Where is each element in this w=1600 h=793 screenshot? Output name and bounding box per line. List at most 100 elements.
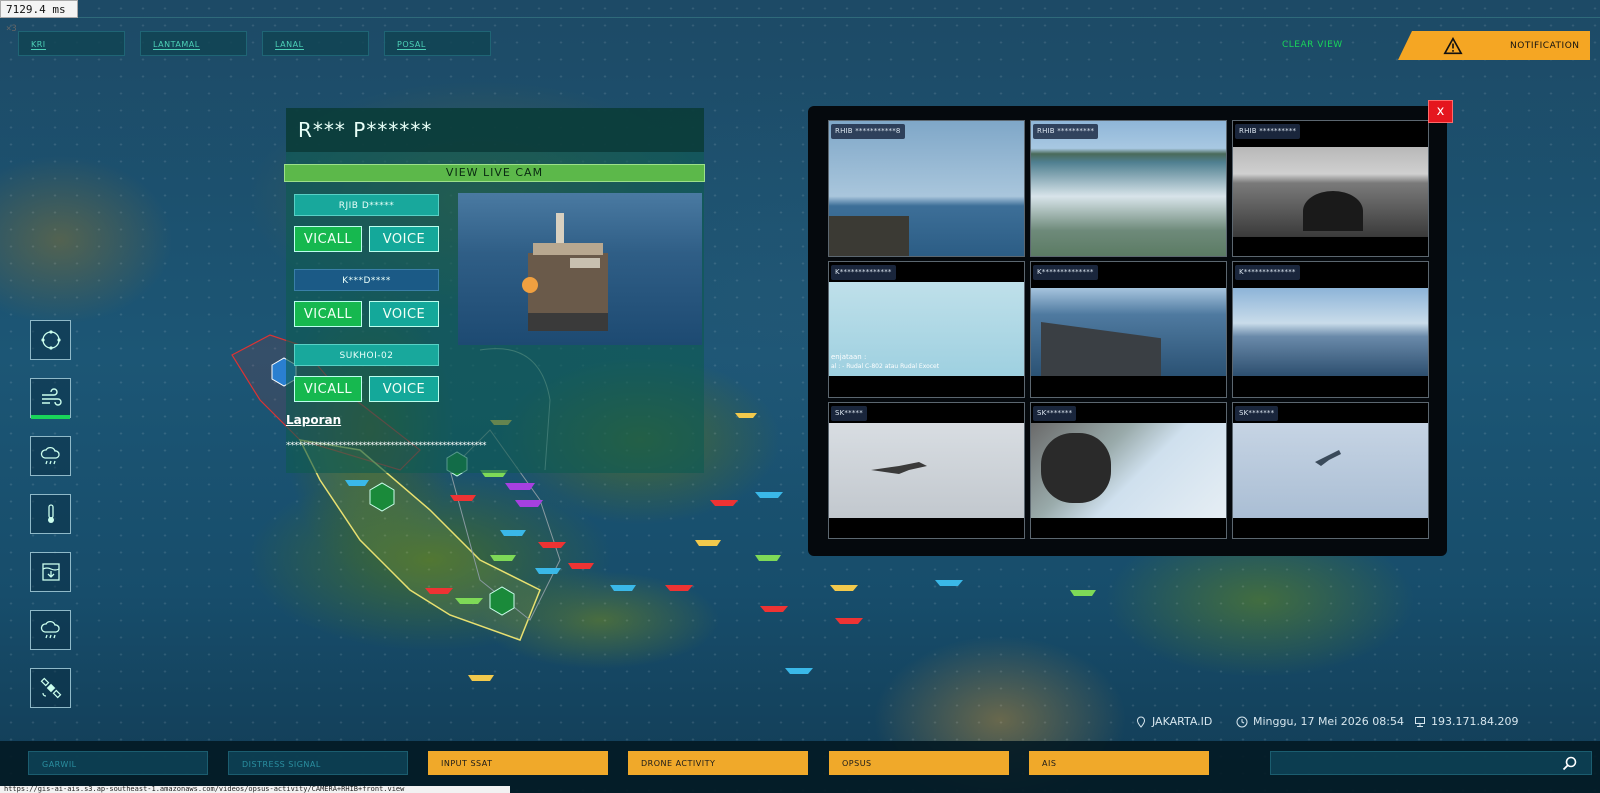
ship-marker (505, 483, 535, 490)
search-icon[interactable] (1562, 756, 1577, 771)
jet-silhouette (1315, 450, 1341, 466)
oil-rig-image (522, 213, 608, 331)
ship-marker (785, 668, 813, 674)
ship-marker (760, 606, 788, 612)
camera-feed-1[interactable]: RHIB ***********8 (828, 120, 1025, 257)
input-ssat-button[interactable]: INPUT SSAT (428, 751, 608, 775)
radar-icon (40, 330, 61, 350)
ship-marker (755, 492, 783, 498)
computer-icon (1415, 716, 1425, 727)
ship-marker (500, 530, 526, 536)
camera-feed-5[interactable]: K************** (1030, 261, 1227, 398)
ship-marker (1070, 590, 1096, 596)
ship-marker (695, 540, 721, 546)
satellite-icon (40, 677, 61, 699)
voice-button-1[interactable]: VOICE (369, 226, 439, 252)
camera-label: K************** (1033, 265, 1098, 280)
report-masked-text: ****************************************… (286, 441, 487, 451)
asset-title: R*** P****** (286, 108, 704, 152)
jet-silhouette (871, 462, 927, 474)
tab-lantamal[interactable]: LANTAMAL (140, 31, 247, 56)
clear-view-link[interactable]: CLEAR VIEW (1282, 40, 1343, 50)
camera-grid-panel: RHIB ***********8 RHIB ********** RHIB *… (808, 106, 1447, 556)
close-camera-grid-button[interactable]: x (1428, 100, 1453, 123)
camera-label: K************** (831, 265, 896, 280)
layer-tabs: KRI LANTAMAL LANAL POSAL (18, 31, 491, 56)
camera-label: K************** (1235, 265, 1300, 280)
live-cam-preview[interactable] (458, 193, 702, 345)
tab-posal[interactable]: POSAL (384, 31, 491, 56)
location-pin-icon (1136, 715, 1146, 728)
datetime-status: Minggu, 17 Mei 2026 08:54 (1236, 715, 1404, 728)
cam-name-3[interactable]: SUKHOI-02 (294, 344, 439, 366)
ship-marker (468, 675, 494, 681)
ship-marker (535, 568, 561, 574)
ship-marker (735, 413, 757, 418)
camera-feed-3[interactable]: RHIB ********** (1232, 120, 1429, 257)
water-level-tool-button[interactable] (30, 552, 71, 592)
ship-marker (515, 500, 543, 507)
laporan-link[interactable]: Laporan (286, 413, 341, 427)
warning-icon (1443, 36, 1463, 54)
thermometer-icon (47, 504, 54, 523)
wind-tool-button[interactable] (30, 378, 71, 419)
tab-kri[interactable]: KRI (18, 31, 125, 56)
radar-tool-button[interactable] (30, 320, 71, 360)
camera-feed-8[interactable]: SK******* (1030, 402, 1227, 539)
notification-button[interactable]: NOTIFICATION (1398, 31, 1590, 60)
vicall-button-3[interactable]: VICALL (294, 376, 362, 402)
ship-marker (710, 500, 738, 506)
garwil-button[interactable]: GARWIL (28, 751, 208, 775)
ship-marker (345, 480, 369, 486)
ship-marker (450, 495, 476, 501)
rain-cloud-icon (40, 446, 60, 465)
clock-icon (1236, 716, 1248, 727)
missile-overlay-text: enjataan : al : - Rudal C-802 atau Rudal… (831, 353, 940, 370)
camera-label: RHIB ********** (1235, 124, 1301, 139)
camera-feed-7[interactable]: SK***** (828, 402, 1025, 539)
ship-marker (568, 563, 594, 569)
map-tools-panel (30, 320, 71, 708)
view-live-cam-button[interactable]: VIEW LIVE CAM (284, 164, 705, 182)
search-input[interactable] (1270, 751, 1592, 775)
render-timer-badge: 7129.4 ms ×3 (0, 0, 78, 34)
storm-tool-button[interactable] (30, 610, 71, 650)
ship-marker (538, 542, 566, 548)
voice-button-3[interactable]: VOICE (369, 376, 439, 402)
ship-marker (835, 618, 863, 624)
temperature-tool-button[interactable] (30, 494, 71, 534)
camera-label: RHIB ********** (1033, 124, 1099, 139)
ship-marker (665, 585, 693, 591)
wind-icon (41, 388, 62, 406)
distress-signal-button[interactable]: DISTRESS SIGNAL (228, 751, 408, 775)
camera-label: RHIB ***********8 (831, 124, 905, 139)
ip-status: 193.171.84.209 (1414, 715, 1518, 728)
camera-label: SK***** (831, 406, 867, 421)
camera-feed-4[interactable]: enjataan : al : - Rudal C-802 atau Rudal… (828, 261, 1025, 398)
asset-detail-panel: R*** P****** VIEW LIVE CAM RJIB D***** V… (284, 108, 705, 473)
rain-tool-button[interactable] (30, 436, 71, 476)
camera-feed-9[interactable]: SK******* (1232, 402, 1429, 539)
tab-lanal[interactable]: LANAL (262, 31, 369, 56)
header-divider (0, 17, 1600, 18)
vicall-button-2[interactable]: VICALL (294, 301, 362, 327)
voice-button-2[interactable]: VOICE (369, 301, 439, 327)
cam-name-2[interactable]: K***D**** (294, 269, 439, 291)
water-level-icon (41, 563, 60, 581)
camera-feed-6[interactable]: K************** (1232, 261, 1429, 398)
link-preview-bar: https://gis-ai-ais.s3.ap-southeast-1.ama… (0, 786, 510, 793)
satellite-tool-button[interactable] (30, 668, 71, 708)
ship-marker (755, 555, 781, 561)
camera-label: SK******* (1235, 406, 1279, 421)
location-status: JAKARTA.ID (1135, 715, 1212, 728)
vicall-button-1[interactable]: VICALL (294, 226, 362, 252)
opsus-button[interactable]: OPSUS (829, 751, 1009, 775)
ais-button[interactable]: AIS (1029, 751, 1209, 775)
cam-name-1[interactable]: RJIB D***** (294, 194, 439, 216)
camera-feed-2[interactable]: RHIB ********** (1030, 120, 1227, 257)
drone-activity-button[interactable]: DRONE ACTIVITY (628, 751, 808, 775)
ship-marker (490, 555, 516, 561)
ship-marker (610, 585, 636, 591)
ship-marker (830, 585, 858, 591)
storm-cloud-icon (40, 620, 60, 639)
